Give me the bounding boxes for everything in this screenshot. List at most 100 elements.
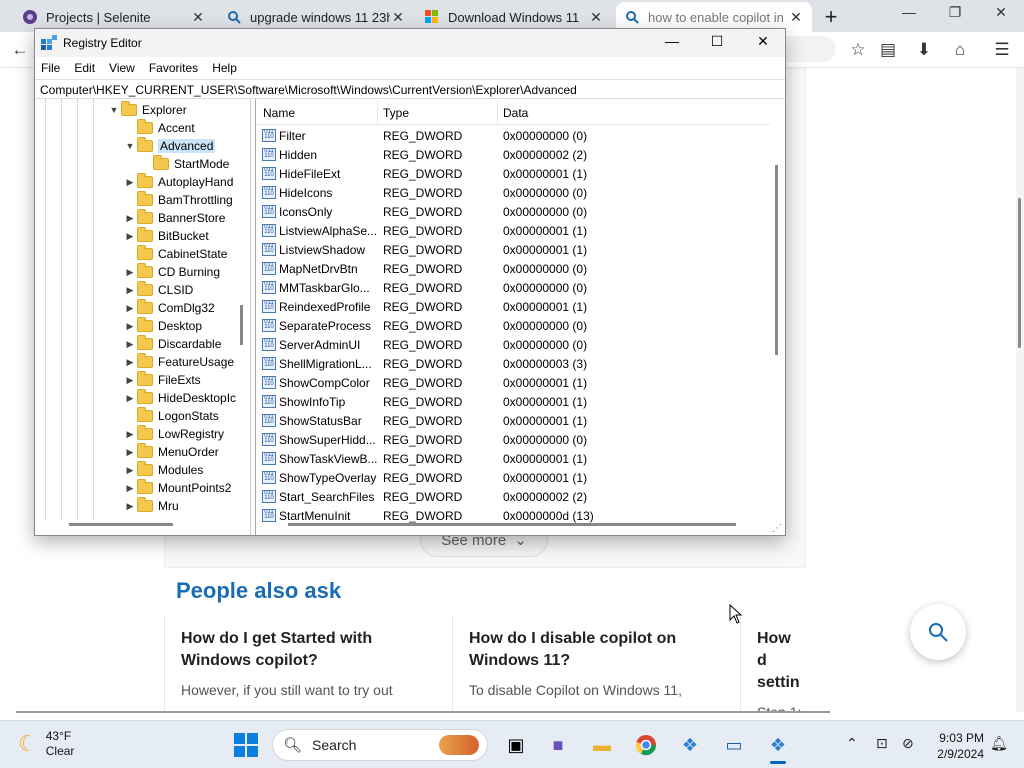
column-data[interactable]: Data xyxy=(503,106,528,120)
close-tab-icon[interactable]: ✕ xyxy=(588,9,604,26)
back-arrow-icon[interactable]: ← xyxy=(8,40,32,60)
file-explorer-icon[interactable]: ▬ xyxy=(588,731,616,759)
tree-node[interactable]: ▶ HideDesktopIc xyxy=(123,389,236,407)
window-app-icon[interactable]: ▭ xyxy=(720,731,748,759)
tree-node[interactable]: ▶ LowRegistry xyxy=(123,425,224,443)
value-row[interactable]: 011 110 ShowStatusBar REG_DWORD 0x00000001 … xyxy=(256,411,770,430)
menu-view[interactable]: View xyxy=(109,61,135,75)
tree-node[interactable]: Accent xyxy=(123,119,195,137)
chevron-right-icon[interactable]: ▶ xyxy=(123,465,137,476)
download-icon[interactable]: ⬇ xyxy=(912,40,936,60)
value-row[interactable]: 011 110 MMTaskbarGlo... REG_DWORD 0x0000000… xyxy=(256,278,770,297)
menu-help[interactable]: Help xyxy=(212,61,237,75)
tree-node[interactable]: ▶ BannerStore xyxy=(123,209,225,227)
column-divider[interactable] xyxy=(377,101,378,123)
chevron-right-icon[interactable]: ▶ xyxy=(123,501,137,512)
value-row[interactable]: 011 110 MapNetDrvBtn REG_DWORD 0x00000000 (… xyxy=(256,259,770,278)
star-icon[interactable]: ☆ xyxy=(846,40,870,60)
value-row[interactable]: 011 110 ShowCompColor REG_DWORD 0x00000001 … xyxy=(256,373,770,392)
values-vertical-scrollbar[interactable] xyxy=(775,165,778,355)
menu-icon[interactable]: ☰ xyxy=(990,40,1014,60)
tree-node[interactable]: ▶ Discardable xyxy=(123,335,221,353)
tree-node[interactable]: ▶ FileExts xyxy=(123,371,201,389)
menu-file[interactable]: File xyxy=(41,61,60,75)
chevron-right-icon[interactable]: ▶ xyxy=(123,303,137,314)
value-row[interactable]: 011 110 ListviewAlphaSe... REG_DWORD 0x0000… xyxy=(256,221,770,240)
value-row[interactable]: 011 110 Start_SearchFiles REG_DWORD 0x00000… xyxy=(256,487,770,506)
paa-card[interactable]: How d settin Step 1: xyxy=(740,616,806,712)
tree-node[interactable]: BamThrottling xyxy=(123,191,233,209)
value-row[interactable]: 011 110 ShellMigrationL... REG_DWORD 0x0000… xyxy=(256,354,770,373)
value-row[interactable]: 011 110 ShowTypeOverlay REG_DWORD 0x0000000… xyxy=(256,468,770,487)
chevron-right-icon[interactable]: ▶ xyxy=(123,429,137,440)
browser-restore-button[interactable]: ❐ xyxy=(932,4,978,21)
browser-close-button[interactable]: ✕ xyxy=(978,4,1024,21)
regedit-titlebar[interactable]: Registry Editor — ☐ ✕ xyxy=(35,29,785,57)
close-tab-icon[interactable]: ✕ xyxy=(390,9,406,26)
taskbar-search[interactable]: 🔍︎ Search xyxy=(272,729,488,761)
value-row[interactable]: 011 110 HideIcons REG_DWORD 0x00000000 (0) xyxy=(256,183,770,202)
tree-node[interactable]: ▶ MenuOrder xyxy=(123,443,219,461)
chevron-up-icon[interactable]: ⌃ xyxy=(846,735,858,752)
close-tab-icon[interactable]: ✕ xyxy=(788,9,804,26)
chrome-icon[interactable] xyxy=(632,731,660,759)
paa-card[interactable]: How do I get Started with Windows copilo… xyxy=(164,616,450,712)
chevron-right-icon[interactable]: ▶ xyxy=(123,357,137,368)
notification-bell-icon[interactable]: 🔔︎ xyxy=(990,735,1008,752)
value-row[interactable]: 011 110 ReindexedProfile REG_DWORD 0x000000… xyxy=(256,297,770,316)
tree-node[interactable]: ▼ Explorer xyxy=(107,101,187,119)
chevron-down-icon[interactable]: ▼ xyxy=(123,141,137,151)
chevron-right-icon[interactable]: ▶ xyxy=(123,213,137,224)
chevron-right-icon[interactable]: ▶ xyxy=(123,339,137,350)
chevron-right-icon[interactable]: ▶ xyxy=(123,285,137,296)
tree-node[interactable]: ▶ CLSID xyxy=(123,281,193,299)
tab-download-windows[interactable]: Download Windows 11 ✕ xyxy=(416,4,612,30)
scrollbar-thumb[interactable] xyxy=(1018,198,1021,348)
value-row[interactable]: 011 110 HideFileExt REG_DWORD 0x00000001 (1… xyxy=(256,164,770,183)
value-row[interactable]: 011 110 ShowSuperHidd... REG_DWORD 0x000000… xyxy=(256,430,770,449)
value-row[interactable]: 011 110 ServerAdminUI REG_DWORD 0x00000000 … xyxy=(256,335,770,354)
network-icon[interactable]: ⊡ xyxy=(876,735,888,752)
tree-vertical-scrollbar[interactable] xyxy=(240,305,243,345)
value-row[interactable]: 011 110 ShowInfoTip REG_DWORD 0x00000001 (1… xyxy=(256,392,770,411)
chevron-right-icon[interactable]: ▶ xyxy=(123,267,137,278)
column-divider[interactable] xyxy=(497,101,498,123)
tab-upgrade-windows[interactable]: upgrade windows 11 23h2 ✕ xyxy=(218,4,414,30)
tree-horizontal-scrollbar[interactable] xyxy=(69,523,173,526)
chevron-right-icon[interactable]: ▶ xyxy=(123,375,137,386)
tree-node[interactable]: ▶ MountPoints2 xyxy=(123,479,231,497)
maximize-button[interactable]: ☐ xyxy=(697,33,737,50)
value-row[interactable]: 011 110 ListviewShadow REG_DWORD 0x00000001… xyxy=(256,240,770,259)
tree-node[interactable]: ▼ Advanced xyxy=(123,137,216,155)
chevron-right-icon[interactable]: ▶ xyxy=(123,447,137,458)
value-row[interactable]: 011 110 Hidden REG_DWORD 0x00000002 (2) xyxy=(256,145,770,164)
close-button[interactable]: ✕ xyxy=(743,33,783,50)
tree-node[interactable]: ▶ AutoplayHand xyxy=(123,173,233,191)
column-name[interactable]: Name xyxy=(263,106,295,120)
volume-muted-icon[interactable]: ⊘ xyxy=(902,735,914,752)
value-row[interactable]: 011 110 Filter REG_DWORD 0x00000000 (0) xyxy=(256,126,770,145)
minimize-button[interactable]: — xyxy=(652,33,692,49)
close-tab-icon[interactable]: ✕ xyxy=(190,9,206,26)
address-bar[interactable] xyxy=(786,36,836,62)
tree-node[interactable]: LogonStats xyxy=(123,407,219,425)
reading-list-icon[interactable]: ▤ xyxy=(876,40,900,60)
value-row[interactable]: 011 110 IconsOnly REG_DWORD 0x00000000 (0) xyxy=(256,202,770,221)
tree-node[interactable]: ▶ CD Burning xyxy=(123,263,220,281)
tree-node[interactable]: ▶ Mru xyxy=(123,497,179,515)
horizontal-scrollbar[interactable] xyxy=(16,711,830,713)
tree-node[interactable]: StartMode xyxy=(139,155,229,173)
value-row[interactable]: 011 110 StartMenuInit REG_DWORD 0x0000000d … xyxy=(256,506,770,525)
value-row[interactable]: 011 110 ShowTaskViewB... REG_DWORD 0x000000… xyxy=(256,449,770,468)
home-icon[interactable]: ⌂ xyxy=(948,40,972,60)
value-row[interactable]: 011 110 SeparateProcess REG_DWORD 0x0000000… xyxy=(256,316,770,335)
tree-node[interactable]: ▶ Modules xyxy=(123,461,203,479)
paa-card[interactable]: How do I disable copilot on Windows 11? … xyxy=(452,616,736,712)
menu-favorites[interactable]: Favorites xyxy=(149,61,198,75)
chevron-right-icon[interactable]: ▶ xyxy=(123,177,137,188)
tree-node[interactable]: ▶ Desktop xyxy=(123,317,202,335)
tab-selenite[interactable]: Projects | Selenite ✕ xyxy=(14,4,214,30)
registry-editor-taskbar-icon[interactable]: ❖ xyxy=(764,731,792,759)
resize-grip-icon[interactable]: ⋰ xyxy=(772,523,782,534)
menu-edit[interactable]: Edit xyxy=(74,61,95,75)
